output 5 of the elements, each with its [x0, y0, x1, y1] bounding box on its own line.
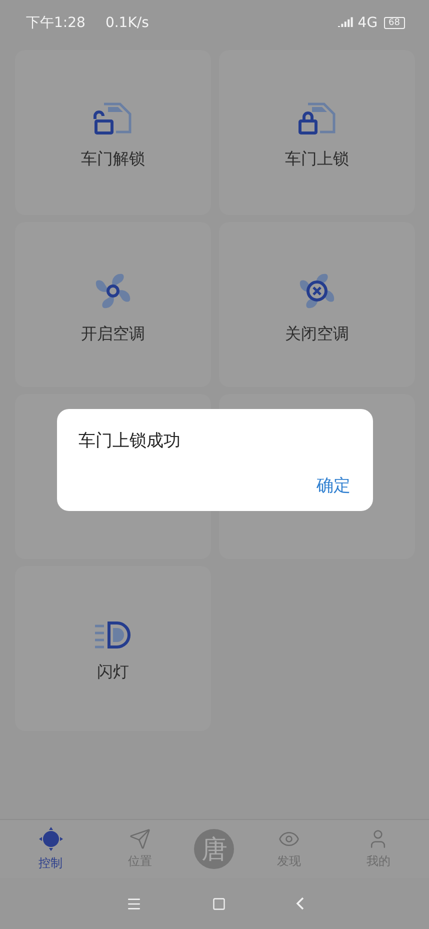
network-type: 4G — [358, 14, 378, 30]
battery-level: 68 — [384, 16, 405, 28]
dialog-message: 车门上锁成功 — [78, 430, 182, 452]
network-speed: 0.1K/s — [105, 14, 149, 30]
status-time: 下午1:28 — [26, 14, 86, 32]
